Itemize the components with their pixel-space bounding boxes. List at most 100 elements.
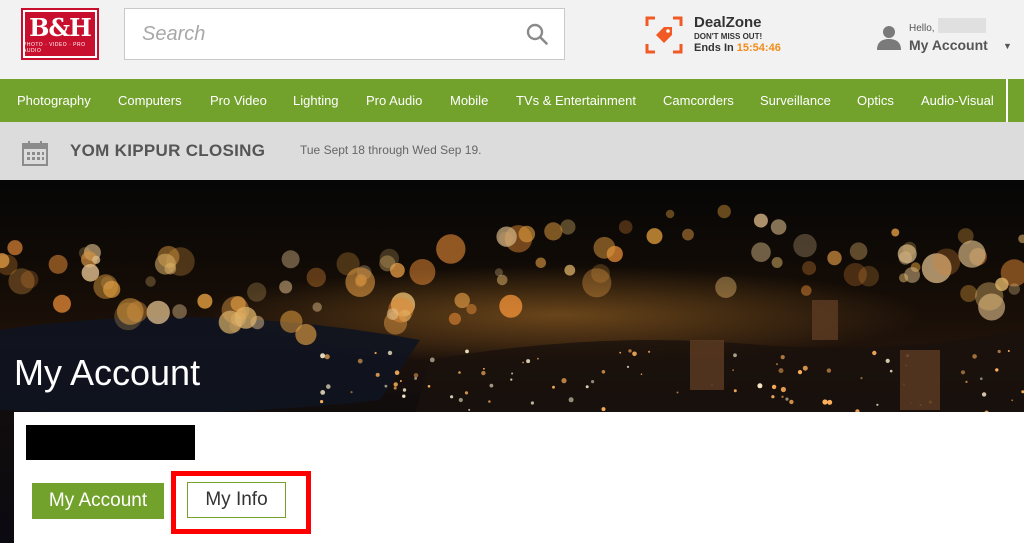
city-light	[387, 350, 393, 356]
user-icon	[877, 26, 901, 50]
city-light	[537, 357, 539, 360]
city-light	[384, 384, 388, 388]
account-menu[interactable]: Hello, My Account ▼	[876, 18, 1016, 58]
bokeh-light	[958, 240, 986, 268]
bokeh-light	[995, 277, 1009, 291]
bokeh-light	[715, 276, 737, 298]
announcement-text: Tue Sept 18 through Wed Sep 19.	[300, 143, 482, 157]
logo-text: B&H	[29, 12, 92, 42]
city-light	[780, 355, 785, 360]
city-light	[350, 391, 353, 394]
bokeh-light	[409, 259, 436, 285]
nav-item-mobile[interactable]: Mobile	[450, 79, 488, 122]
city-light	[402, 388, 407, 392]
bokeh-light	[1018, 234, 1024, 244]
bokeh-light	[827, 250, 842, 266]
bokeh-light	[386, 308, 399, 320]
city-light	[872, 350, 877, 356]
my-account-button[interactable]: My Account	[32, 483, 164, 519]
bokeh-light	[379, 255, 396, 272]
bokeh-light	[172, 304, 187, 319]
countdown-timer: 15:54:46	[736, 42, 781, 54]
city-light	[889, 369, 893, 373]
nav-item-computers[interactable]: Computers	[118, 79, 182, 122]
city-light	[822, 399, 828, 405]
bokeh-light	[1008, 283, 1020, 295]
calendar-icon	[22, 141, 48, 166]
nav-item-pro-audio[interactable]: Pro Audio	[366, 79, 422, 122]
city-light	[797, 370, 803, 375]
bokeh-light	[20, 270, 39, 289]
city-light	[780, 386, 787, 393]
bokeh-light	[281, 250, 300, 269]
city-light	[483, 367, 485, 370]
bokeh-light	[499, 294, 523, 318]
bokeh-light	[593, 236, 616, 259]
city-light	[757, 383, 763, 389]
bokeh-light	[646, 228, 663, 245]
city-light	[789, 399, 794, 405]
bokeh-light	[146, 300, 170, 325]
bokeh-light	[92, 255, 101, 264]
bokeh-light	[48, 254, 68, 274]
site-header: B&H PHOTO · VIDEO · PRO AUDIO DealZone D…	[0, 0, 1024, 79]
city-light	[778, 368, 784, 374]
city-light	[552, 385, 555, 389]
bokeh-light	[436, 234, 466, 264]
city-light	[450, 395, 454, 399]
city-light	[885, 358, 890, 363]
nav-item-lighting[interactable]: Lighting	[293, 79, 339, 122]
nav-item-audio-visual[interactable]: Audio-Visual	[921, 79, 994, 122]
bokeh-light	[126, 301, 148, 323]
city-light	[601, 407, 606, 412]
dealzone-link[interactable]: DealZone DON'T MISS OUT! Ends In 15:54:4…	[645, 14, 805, 58]
city-light	[640, 373, 643, 375]
bokeh-light	[793, 233, 817, 258]
dealzone-subtitle: DON'T MISS OUT!	[694, 32, 763, 41]
bokeh-light	[891, 228, 900, 237]
city-light	[464, 391, 469, 395]
nav-item-surveillance[interactable]: Surveillance	[760, 79, 831, 122]
price-tag-icon	[645, 16, 683, 54]
city-light	[511, 372, 514, 375]
city-light	[357, 358, 363, 364]
bokeh-light	[535, 257, 547, 269]
city-light	[414, 377, 417, 380]
nav-item-optics[interactable]: Optics	[857, 79, 894, 122]
city-light	[374, 351, 377, 355]
city-light	[489, 383, 494, 388]
city-light	[458, 397, 463, 403]
page-title: My Account	[14, 352, 201, 393]
city-light	[860, 377, 863, 380]
city-light	[965, 380, 968, 383]
nav-item-photography[interactable]: Photography	[17, 79, 91, 122]
search-box	[124, 8, 565, 60]
bokeh-light	[448, 312, 461, 325]
bokeh-light	[960, 285, 978, 302]
search-input[interactable]	[125, 9, 515, 59]
city-light	[619, 351, 622, 354]
my-info-button[interactable]: My Info	[187, 482, 286, 518]
account-card: My Account My Info	[14, 412, 1024, 543]
my-account-link[interactable]: My Account	[909, 37, 988, 53]
bokeh-light	[560, 219, 576, 235]
nav-item-camcorders[interactable]: Camcorders	[663, 79, 734, 122]
city-light	[732, 369, 734, 371]
nav-item-tvs-entertainment[interactable]: TVs & Entertainment	[516, 79, 636, 122]
bokeh-light	[717, 204, 731, 219]
bokeh-light	[496, 226, 517, 247]
city-light	[802, 365, 808, 371]
city-light	[320, 353, 326, 359]
chevron-down-icon[interactable]: ▼	[1003, 41, 1012, 51]
city-light	[320, 400, 324, 404]
city-light	[1011, 399, 1014, 402]
bokeh-light	[93, 274, 118, 299]
city-light	[826, 368, 832, 373]
bokeh-light	[618, 220, 633, 234]
nav-item-pro-video[interactable]: Pro Video	[210, 79, 267, 122]
city-light	[995, 368, 999, 372]
search-icon[interactable]	[526, 23, 548, 45]
city-light	[626, 365, 630, 368]
bh-logo[interactable]: B&H PHOTO · VIDEO · PRO AUDIO	[21, 8, 99, 60]
city-light	[591, 380, 595, 384]
